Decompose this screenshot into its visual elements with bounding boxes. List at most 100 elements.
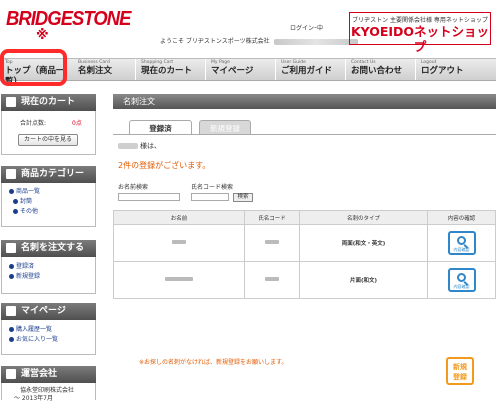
shop-subtitle: ブリヂストン 主要関係会社様 専用ネットショップ	[352, 17, 488, 24]
cell-type: 両面(和文・英文)	[299, 224, 428, 262]
search-code-label: 氏名コード検索	[191, 184, 234, 191]
bridgestone-logo[interactable]: BRIDGESTONE	[6, 8, 131, 31]
col-code: 氏名コード	[244, 210, 300, 225]
sidebar-order-body: 登録済 新規登録	[1, 257, 96, 294]
sidebar-link-registered[interactable]: 登録済	[2, 262, 95, 272]
sidebar-categories-title: 商品カテゴリー	[21, 169, 85, 179]
redacted-value	[165, 277, 193, 281]
greeting: 様は、	[118, 141, 161, 151]
card-icon	[6, 243, 16, 253]
bullet-icon	[9, 327, 14, 332]
new-registration-button[interactable]: 新規 登録	[446, 357, 474, 385]
nav-logout[interactable]: Logout ログアウト	[416, 59, 496, 80]
new-button-line1: 新規	[453, 363, 467, 371]
table-header-row: お名前 氏名コード 名刺のタイプ 内容の確認	[113, 210, 496, 225]
sidebar-cart-body: 合計点数: 0点 カートの中を見る	[1, 111, 96, 155]
cart-total-value: 0点	[72, 120, 82, 127]
sidebar-cart-title: 現在のカート	[21, 97, 76, 107]
confirm-label: 内容確認	[453, 247, 470, 252]
link-label: 登録済	[16, 263, 35, 270]
tab-divider	[113, 134, 496, 135]
bullet-icon	[9, 264, 14, 269]
company-icon	[6, 369, 16, 379]
sidebar-cart-header: 現在のカート	[1, 94, 96, 111]
sidebar-link-history[interactable]: 購入履歴一覧	[2, 325, 95, 335]
sidebar-mypage-header: マイページ	[1, 303, 96, 320]
nav-label: ログアウト	[421, 66, 464, 76]
table-row: 両面(和文・英文) 内容確認	[113, 224, 496, 262]
greeting-suffix: 様は、	[140, 142, 161, 150]
redacted-value	[265, 277, 279, 281]
col-type: 名刺のタイプ	[299, 210, 428, 225]
sidebar-link-favorites[interactable]: お気に入り一覧	[2, 335, 95, 345]
new-registration-note: ※お探しの名刺がなければ、新規登録をお願いします。	[139, 359, 288, 366]
nav-label: お問い合わせ	[351, 66, 403, 76]
bullet-icon	[9, 274, 14, 279]
tab-registered[interactable]: 登録済	[129, 120, 192, 135]
category-icon	[6, 169, 16, 179]
nav-user-guide[interactable]: User Guide ご利用ガイド	[276, 59, 346, 80]
view-cart-button[interactable]: カートの中を見る	[18, 134, 78, 146]
col-name: お名前	[113, 210, 245, 225]
nav-business-card[interactable]: Business Card 名刺注文	[66, 59, 136, 80]
cell-type: 片面(和文)	[299, 261, 428, 299]
mypage-icon	[6, 306, 16, 316]
redacted-user-name	[273, 38, 358, 45]
table-row: 片面(和文) 内容確認	[113, 261, 496, 299]
welcome-text: ようこそ ブリヂストンスポーツ株式会社	[160, 36, 358, 45]
col-confirm: 内容の確認	[427, 210, 496, 225]
search-button[interactable]: 検索	[233, 193, 253, 202]
confirm-button[interactable]: 内容確認	[447, 268, 476, 292]
sidebar-link-envelope[interactable]: 封筒	[2, 197, 95, 207]
shop-name: KYOEIDOネットショップ	[350, 24, 490, 54]
nav-my-page[interactable]: My Page マイページ	[206, 59, 276, 80]
link-label: お気に入り一覧	[16, 336, 59, 343]
new-button-line2: 登録	[453, 373, 467, 381]
sidebar-categories-body: 商品一覧 封筒 その他	[1, 183, 96, 227]
nav-contact[interactable]: Contact Us お問い合わせ	[346, 59, 416, 80]
nav-label: 名刺注文	[78, 66, 113, 76]
link-label: 新規登録	[16, 273, 41, 280]
cell-code	[244, 261, 300, 299]
redacted-name	[118, 143, 138, 149]
link-label: 購入履歴一覧	[16, 326, 53, 333]
tab-new-registration[interactable]: 新規登録	[199, 120, 251, 135]
search-name-label: お名前検索	[118, 184, 149, 191]
cart-total-label: 合計点数:	[20, 120, 47, 127]
cart-icon	[6, 97, 16, 107]
global-nav: Top トップ（商品一覧） Business Card 名刺注文 Shopping …	[0, 58, 496, 87]
nav-shopping-cart[interactable]: Shopping Cart 現在のカート	[136, 59, 206, 80]
sidebar-mypage-body: 購入履歴一覧 お気に入り一覧	[1, 320, 96, 355]
link-label: 商品一覧	[16, 188, 41, 195]
registration-table: お名前 氏名コード 名刺のタイプ 内容の確認 両面(和文・英文) 内容確認 片面…	[113, 210, 496, 299]
confirm-label: 内容確認	[453, 284, 470, 289]
sidebar-categories-header: 商品カテゴリー	[1, 166, 96, 183]
login-status-label: ログインｰ中	[290, 25, 324, 32]
redacted-value	[265, 240, 279, 244]
sidebar-link-products[interactable]: 商品一覧	[2, 187, 95, 197]
cell-name	[113, 224, 245, 262]
highlight-outline	[0, 49, 67, 86]
link-label: その他	[20, 208, 39, 215]
sidebar-company-title: 運営会社	[21, 369, 58, 379]
link-label: 封筒	[20, 198, 33, 205]
cell-confirm: 内容確認	[427, 261, 496, 299]
cell-code	[244, 224, 300, 262]
sidebar-company-body: 協永堂印刷株式会社 〜 2013年7月	[1, 383, 96, 402]
search-name-input[interactable]	[118, 193, 180, 201]
nav-label: マイページ	[211, 66, 254, 76]
sidebar-mypage-title: マイページ	[21, 306, 66, 316]
sidebar-link-new[interactable]: 新規登録	[2, 272, 95, 282]
nav-label: 現在のカート	[141, 66, 193, 76]
shop-banner[interactable]: ブリヂストン 主要関係会社様 専用ネットショップ KYOEIDOネットショップ	[349, 12, 491, 54]
logo-mark: ※	[36, 28, 49, 43]
bullet-icon	[9, 337, 14, 342]
sidebar-company-header: 運営会社	[1, 366, 96, 383]
bullet-icon	[9, 189, 14, 194]
confirm-button[interactable]: 内容確認	[447, 231, 476, 255]
sidebar-link-other[interactable]: その他	[2, 207, 95, 217]
company-date: 〜 2013年7月	[14, 395, 53, 402]
search-code-input[interactable]	[191, 193, 229, 201]
welcome-prefix: ようこそ ブリヂストンスポーツ株式会社	[160, 38, 270, 45]
registration-count: 2件の登録がございます。	[118, 161, 211, 170]
